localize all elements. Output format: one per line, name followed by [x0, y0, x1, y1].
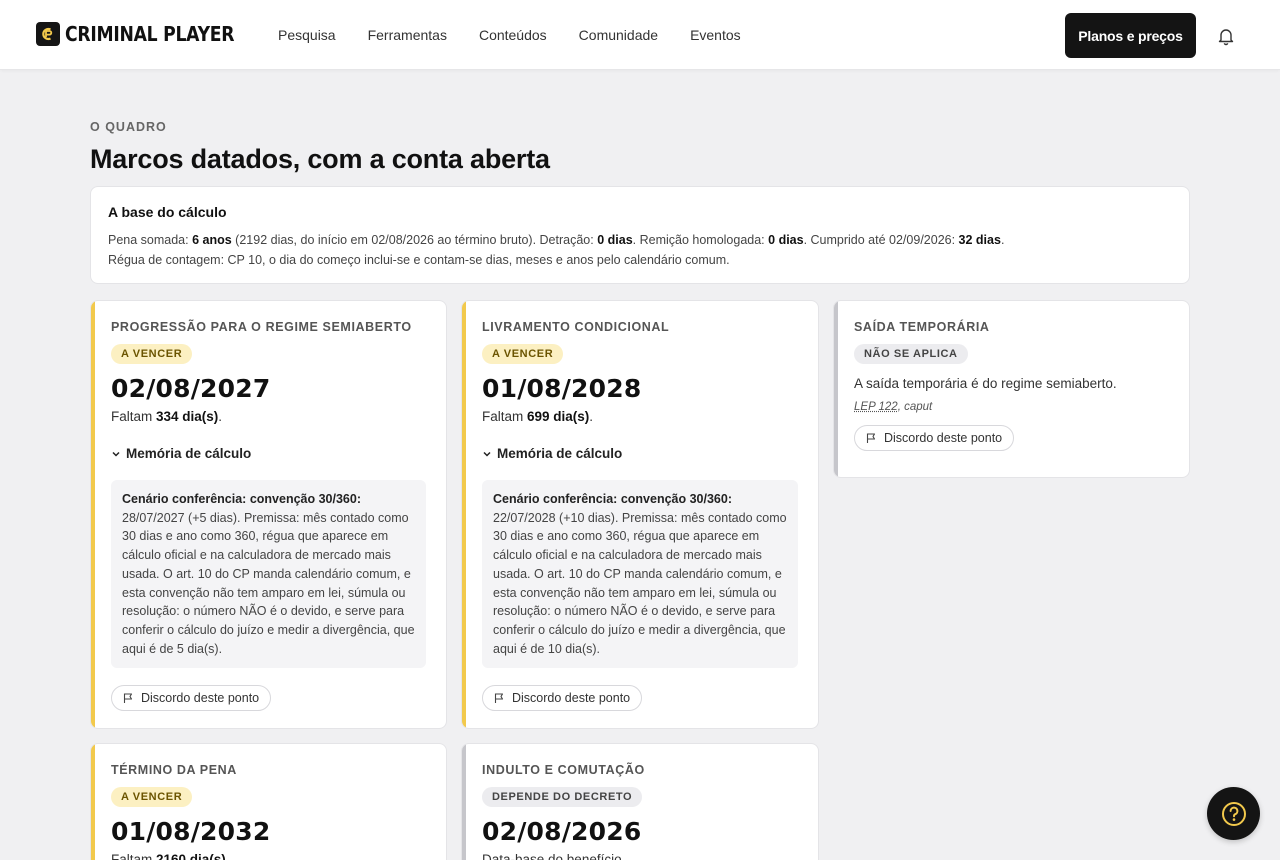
remaining-suffix: . [218, 409, 223, 424]
top-header: CRIMINAL PLAYER Pesquisa Ferramentas Con… [0, 0, 1280, 70]
milestone-date: 01/08/2032 [111, 817, 271, 846]
milestone-date: 02/08/2026 [482, 817, 642, 846]
remaining-prefix: Faltam [111, 409, 157, 424]
nav-item-comunidade[interactable]: Comunidade [579, 27, 658, 43]
basis-text: . Cumprido até 02/09/2026: [803, 233, 959, 247]
dissent-button[interactable]: Discordo deste ponto [111, 685, 272, 712]
dissent-label: Discordo deste ponto [884, 431, 1003, 445]
card-note: Data-base do benefício [482, 852, 622, 860]
legal-reference-suffix: , caput [897, 401, 933, 413]
card-label: PROGRESSÃO PARA O REGIME SEMIABERTO [111, 320, 412, 334]
question-circle-icon [1221, 801, 1246, 826]
status-badge: A VENCER [111, 787, 193, 807]
memory-text: 22/07/2028 (+10 dias). Premissa: mês con… [493, 510, 787, 656]
remaining-value: 334 dia(s) [156, 409, 219, 424]
remaining-suffix: . [589, 409, 594, 424]
card-label: LIVRAMENTO CONDICIONAL [482, 320, 670, 334]
flag-icon [123, 693, 133, 704]
chevron-down-icon [112, 451, 120, 457]
status-badge: DEPENDE DO DECRETO [482, 787, 643, 807]
card-label: SAÍDA TEMPORÁRIA [854, 320, 990, 334]
page-title: Marcos datados, com a conta aberta [90, 144, 550, 174]
memory-box: Cenário conferência: convenção 30/360: 2… [111, 480, 426, 669]
basis-text: (2192 dias, do início em 02/08/2026 ao t… [231, 233, 598, 247]
milestone-card-saida-temporaria: SAÍDA TEMPORÁRIA NÃO SE APLICA A saída t… [833, 300, 1190, 478]
basis-text: Pena somada: [108, 233, 193, 247]
remaining-days: Faltam 334 dia(s). [111, 409, 426, 424]
basis-summary-line: Pena somada: 6 anos (2192 dias, do iníci… [108, 230, 1172, 250]
cumprido-value: 32 dias [958, 233, 1001, 247]
status-badge: NÃO SE APLICA [854, 344, 968, 364]
milestone-card-livramento: LIVRAMENTO CONDICIONAL A VENCER 01/08/20… [461, 300, 819, 729]
dissent-label: Discordo deste ponto [512, 691, 631, 706]
brand-logo[interactable]: CRIMINAL PLAYER [36, 22, 262, 46]
nav-item-conteudos[interactable]: Conteúdos [479, 27, 547, 43]
bell-icon[interactable] [1216, 26, 1236, 46]
basis-title: A base do cálculo [108, 204, 227, 220]
memory-title: Cenário conferência: convenção 30/360: [122, 492, 361, 506]
dissent-button[interactable]: Discordo deste ponto [482, 685, 643, 712]
detracao-value: 0 dias [597, 233, 633, 247]
milestone-card-termino: TÉRMINO DA PENA A VENCER 01/08/2032 Falt… [90, 743, 447, 860]
section-eyebrow: O QUADRO [90, 120, 167, 134]
milestone-date: 02/08/2027 [111, 374, 271, 403]
card-label: TÉRMINO DA PENA [111, 763, 237, 777]
remicao-value: 0 dias [768, 233, 804, 247]
memory-toggle-label: Memória de cálculo [126, 446, 252, 461]
brand-name: CRIMINAL PLAYER [65, 22, 235, 46]
pena-value: 6 anos [192, 233, 232, 247]
memory-box: Cenário conferência: convenção 30/360: 2… [482, 480, 798, 669]
status-badge: A VENCER [482, 344, 564, 364]
remaining-value: 699 dia(s) [527, 409, 590, 424]
remaining-prefix: Faltam [482, 409, 528, 424]
status-badge: A VENCER [111, 344, 193, 364]
remaining-days: Faltam 699 dia(s). [482, 409, 798, 424]
flag-icon [494, 693, 504, 704]
chevron-down-icon [483, 451, 491, 457]
main-nav: Pesquisa Ferramentas Conteúdos Comunidad… [278, 27, 773, 43]
help-button[interactable] [1207, 787, 1260, 840]
brand-mark-icon [36, 22, 60, 46]
memory-toggle-label: Memória de cálculo [497, 446, 623, 461]
card-label: INDULTO E COMUTAÇÃO [482, 763, 645, 777]
milestone-date: 01/08/2028 [482, 374, 642, 403]
flag-icon [866, 433, 876, 443]
milestone-card-indulto: INDULTO E COMUTAÇÃO DEPENDE DO DECRETO 0… [461, 743, 819, 860]
remaining-suffix: . [225, 852, 230, 860]
memory-text: 28/07/2027 (+5 dias). Premissa: mês cont… [122, 510, 415, 656]
memory-title: Cenário conferência: convenção 30/360: [493, 492, 732, 506]
nav-item-eventos[interactable]: Eventos [690, 27, 741, 43]
nav-item-pesquisa[interactable]: Pesquisa [278, 27, 336, 43]
dissent-button[interactable]: Discordo deste ponto [854, 425, 1015, 451]
plans-button[interactable]: Planos e preços [1065, 13, 1196, 58]
dissent-label: Discordo deste ponto [141, 691, 260, 706]
remaining-prefix: Faltam [111, 852, 157, 860]
basis-text: . Remição homologada: [632, 233, 769, 247]
nav-item-ferramentas[interactable]: Ferramentas [368, 27, 447, 43]
remaining-value: 2160 dia(s) [156, 852, 226, 860]
basis-rule-line: Régua de contagem: CP 10, o dia do começ… [108, 253, 730, 267]
memory-toggle[interactable]: Memória de cálculo [482, 446, 798, 461]
legal-reference-link[interactable]: LEP 122 [854, 401, 898, 413]
remaining-days: Faltam 2160 dia(s). [111, 852, 426, 860]
basis-text: . [1000, 233, 1005, 247]
calculation-basis-panel: A base do cálculo Pena somada: 6 anos (2… [90, 186, 1190, 284]
legal-reference: LEP 122, caput [854, 401, 1169, 413]
memory-toggle[interactable]: Memória de cálculo [111, 446, 426, 461]
card-note: A saída temporária é do regime semiabert… [854, 376, 1117, 391]
milestone-card-progressao: PROGRESSÃO PARA O REGIME SEMIABERTO A VE… [90, 300, 447, 729]
